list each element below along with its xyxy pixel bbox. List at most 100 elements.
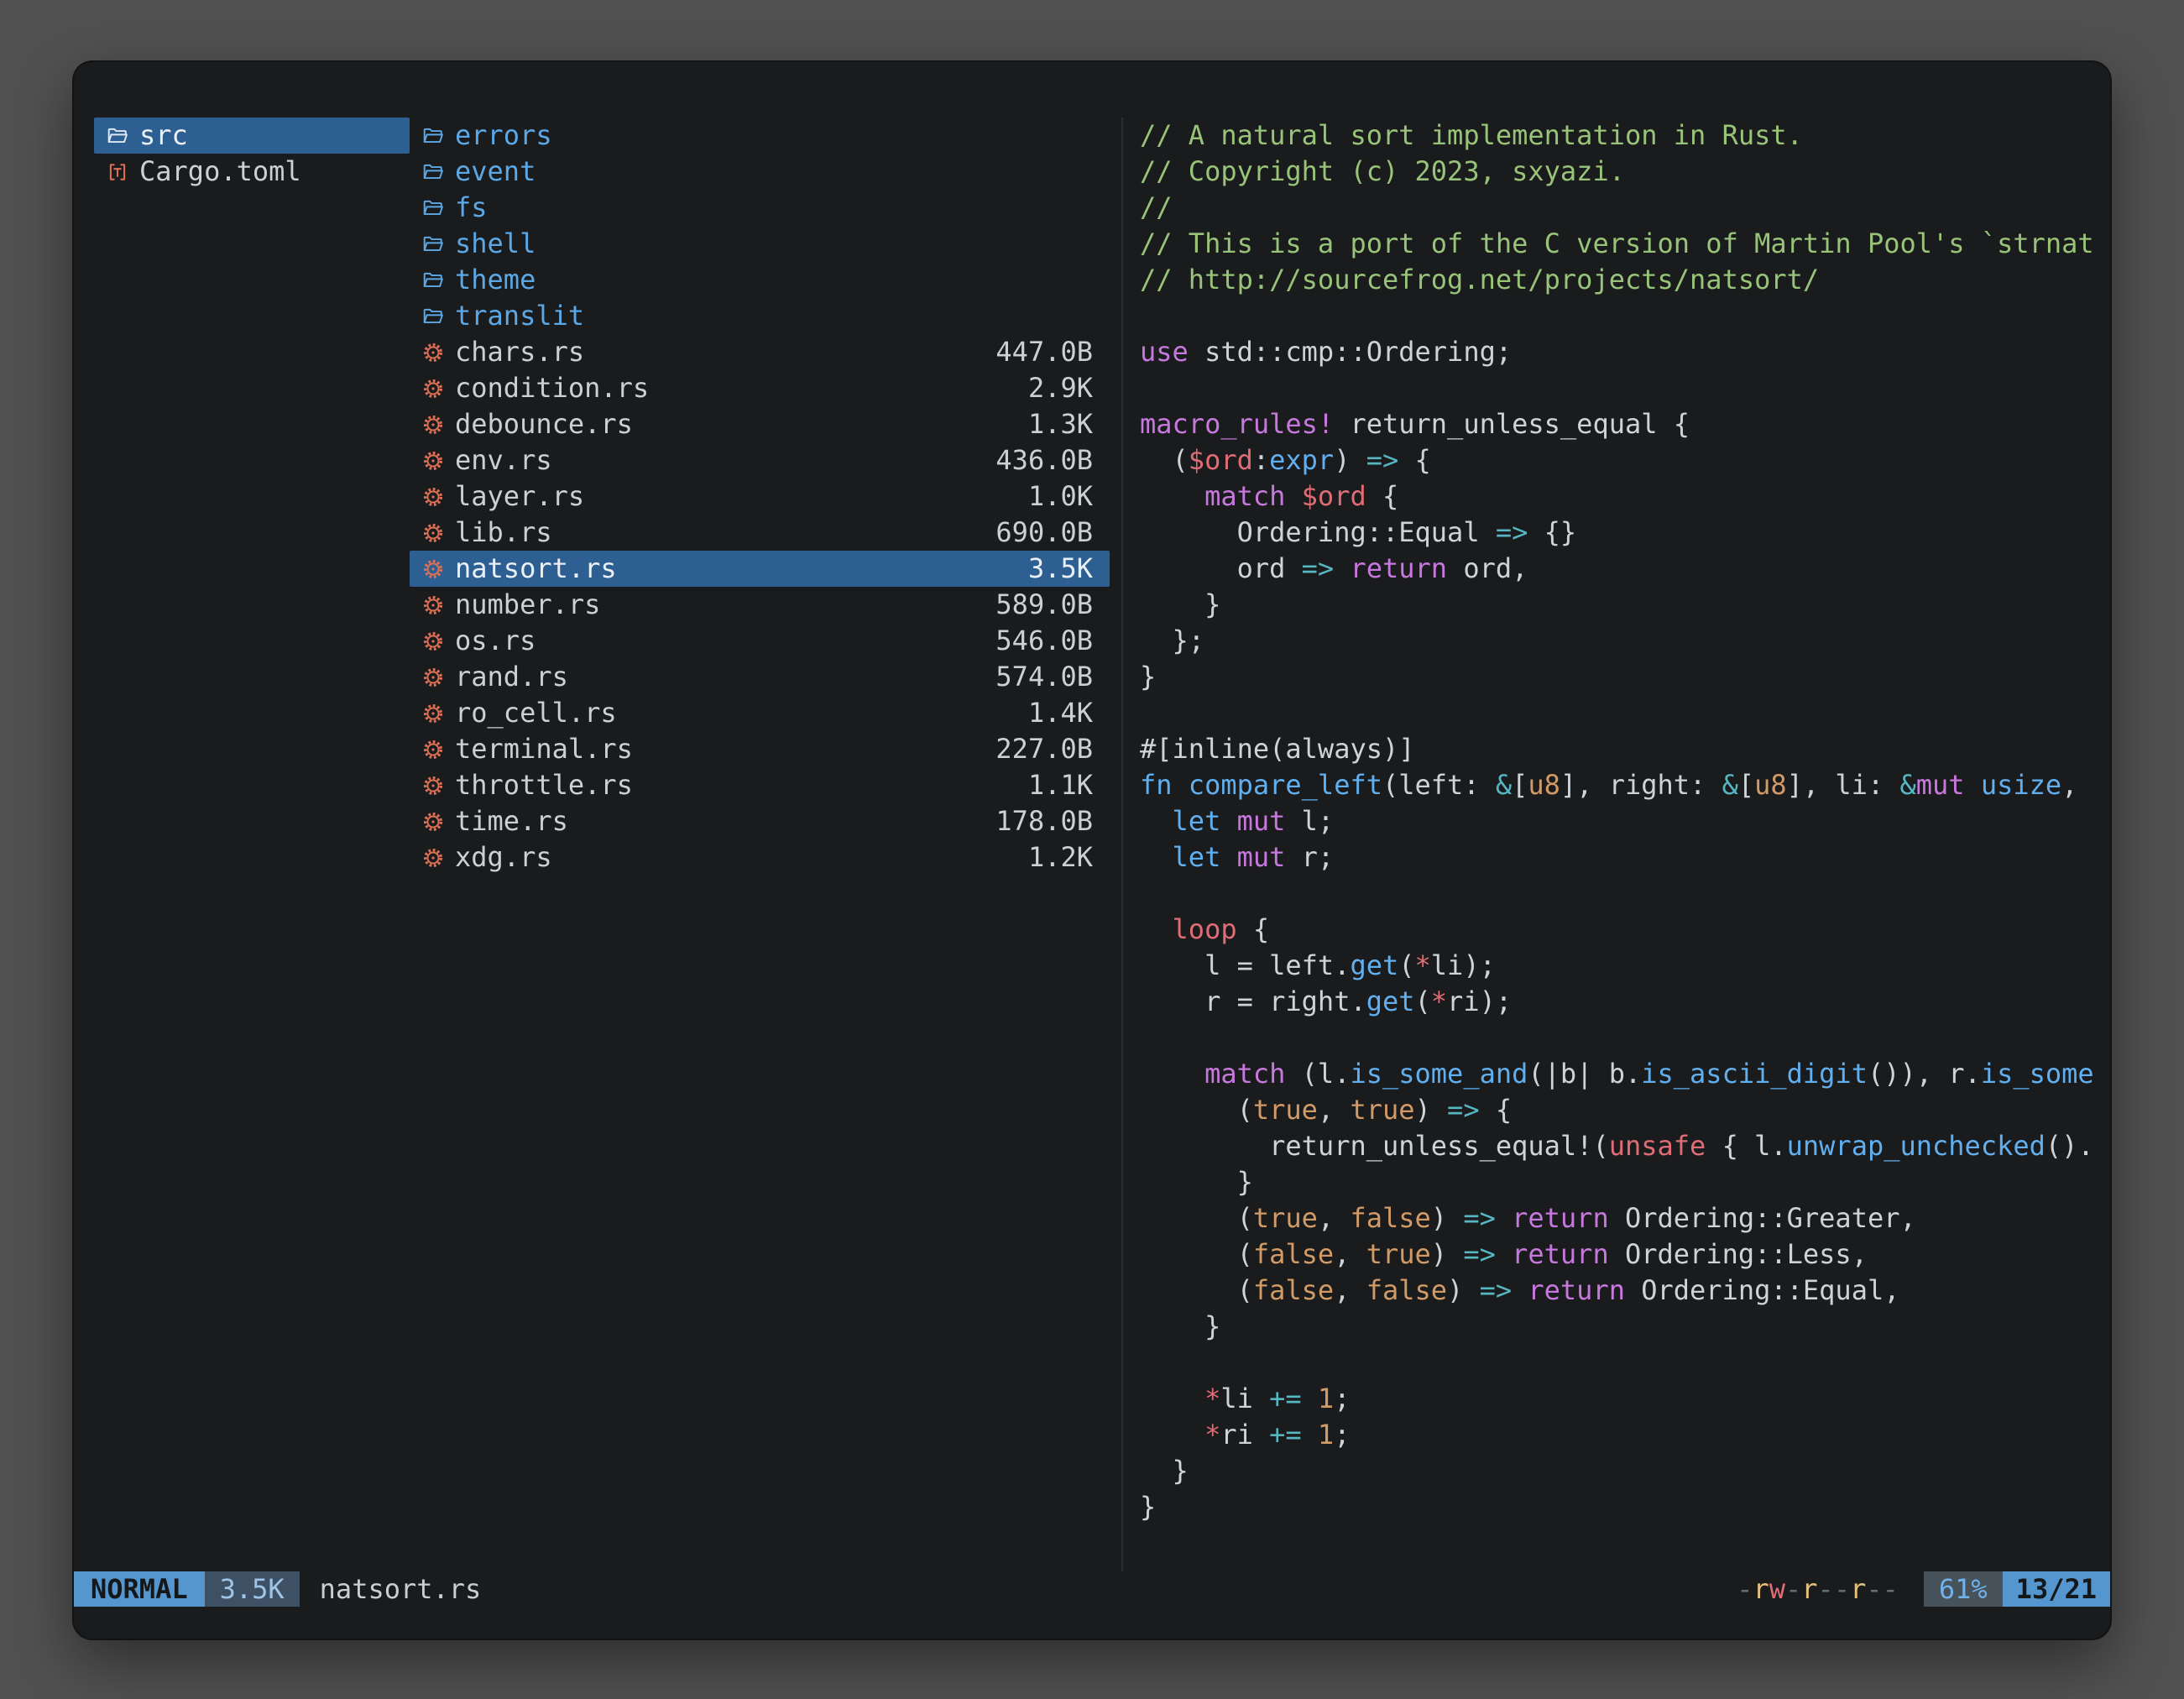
rust-icon: [421, 630, 444, 652]
rust-icon: [421, 666, 444, 688]
code-line: fn compare_left(left: &[u8], right: &[u8…: [1140, 767, 2097, 803]
dir-item-src[interactable]: src: [94, 118, 410, 154]
code-line: *ri += 1;: [1140, 1417, 2097, 1453]
rust-icon: [421, 593, 444, 616]
preview-pane: // A natural sort implementation in Rust…: [1121, 118, 2097, 1571]
item-size: 574.0B: [995, 659, 1093, 695]
item-label: os.rs: [455, 623, 536, 659]
item-label: lib.rs: [455, 515, 552, 551]
mode-indicator: NORMAL: [74, 1571, 205, 1607]
item-size: 589.0B: [995, 587, 1093, 623]
cursor-position-badge: 13/21: [2003, 1571, 2110, 1607]
file-item-lib.rs[interactable]: lib.rs 690.0B: [410, 515, 1110, 551]
item-size: 690.0B: [995, 515, 1093, 551]
code-line: }: [1140, 1453, 2097, 1489]
rust-icon: [421, 449, 444, 472]
file-item-debounce.rs[interactable]: debounce.rs1.3K: [410, 406, 1110, 442]
file-item-chars.rs[interactable]: chars.rs447.0B: [410, 334, 1110, 370]
dir-item-theme[interactable]: theme: [410, 262, 1110, 298]
dir-item-fs[interactable]: fs: [410, 190, 1110, 226]
code-line: }: [1140, 1489, 2097, 1525]
item-label: terminal.rs: [455, 731, 633, 767]
item-size: 178.0B: [995, 803, 1093, 839]
item-label: shell: [455, 226, 536, 262]
toml-icon: [106, 160, 128, 183]
file-size-badge: 3.5K: [205, 1571, 300, 1607]
status-bar: NORMAL 3.5K natsort.rs -rw-r--r-- 61% 13…: [74, 1571, 2110, 1607]
dir-item-errors[interactable]: errors: [410, 118, 1110, 154]
item-label: env.rs: [455, 442, 552, 478]
code-line: (true, true) => {: [1140, 1092, 2097, 1128]
status-filename: natsort.rs: [320, 1571, 482, 1607]
file-item-env.rs[interactable]: env.rs436.0B: [410, 442, 1110, 478]
item-size: 227.0B: [995, 731, 1093, 767]
code-line: }: [1140, 1164, 2097, 1200]
code-line: return_unless_equal!(unsafe { l.unwrap_u…: [1140, 1128, 2097, 1164]
code-line: // This is a port of the C version of Ma…: [1140, 226, 2097, 262]
code-line: r = right.get(*ri);: [1140, 984, 2097, 1020]
code-line: macro_rules! return_unless_equal {: [1140, 406, 2097, 442]
file-item-time.rs[interactable]: time.rs178.0B: [410, 803, 1110, 839]
file-item-natsort.rs[interactable]: natsort.rs3.5K: [410, 551, 1110, 587]
item-size: 3.5K: [1028, 551, 1093, 587]
code-line: [1140, 695, 2097, 731]
folder-icon: [421, 233, 444, 255]
code-line: }: [1140, 659, 2097, 695]
item-label: src: [139, 118, 188, 154]
code-line: *li += 1;: [1140, 1381, 2097, 1417]
folder-icon: [421, 124, 444, 147]
item-label: errors: [455, 118, 552, 154]
rust-icon: [421, 738, 444, 761]
code-line: // A natural sort implementation in Rust…: [1140, 118, 2097, 154]
file-item-number.rs[interactable]: number.rs589.0B: [410, 587, 1110, 623]
item-label: debounce.rs: [455, 406, 633, 442]
code-line: [1140, 298, 2097, 334]
file-manager-panes: srcCargo.toml errorseventfsshellthemetra…: [74, 62, 2110, 1571]
file-item-rand.rs[interactable]: rand.rs 574.0B: [410, 659, 1110, 695]
code-line: [1140, 370, 2097, 406]
code-line: }: [1140, 587, 2097, 623]
permissions-indicator: -rw-r--r--: [1737, 1571, 1899, 1607]
file-item-xdg.rs[interactable]: xdg.rs 1.2K: [410, 839, 1110, 876]
parent-pane: srcCargo.toml: [94, 118, 410, 1571]
item-label: Cargo.toml: [139, 154, 301, 190]
code-line: };: [1140, 623, 2097, 659]
rust-icon: [421, 846, 444, 869]
item-size: 1.1K: [1028, 767, 1093, 803]
code-line: }: [1140, 1309, 2097, 1345]
file-item-Cargo.toml[interactable]: Cargo.toml: [94, 154, 410, 190]
rust-icon: [421, 702, 444, 724]
item-label: rand.rs: [455, 659, 568, 695]
rust-icon: [421, 413, 444, 436]
item-size: 1.0K: [1028, 478, 1093, 515]
code-line: // Copyright (c) 2023, sxyazi.: [1140, 154, 2097, 190]
code-line: (false, false) => return Ordering::Equal…: [1140, 1273, 2097, 1309]
item-size: 1.4K: [1028, 695, 1093, 731]
file-item-terminal.rs[interactable]: terminal.rs 227.0B: [410, 731, 1110, 767]
dir-item-translit[interactable]: translit: [410, 298, 1110, 334]
code-line: match $ord {: [1140, 478, 2097, 515]
item-size: 1.2K: [1028, 839, 1093, 876]
rust-icon: [421, 810, 444, 833]
code-line: (false, true) => return Ordering::Less,: [1140, 1236, 2097, 1273]
item-label: xdg.rs: [455, 839, 552, 876]
file-item-throttle.rs[interactable]: throttle.rs1.1K: [410, 767, 1110, 803]
code-line: (true, false) => return Ordering::Greate…: [1140, 1200, 2097, 1236]
code-line: [1140, 876, 2097, 912]
status-spacer: [481, 1571, 1737, 1607]
file-item-layer.rs[interactable]: layer.rs1.0K: [410, 478, 1110, 515]
dir-item-shell[interactable]: shell: [410, 226, 1110, 262]
folder-open-icon: [106, 124, 128, 147]
item-size: 447.0B: [995, 334, 1093, 370]
code-line: ($ord:expr) => {: [1140, 442, 2097, 478]
code-line: [1140, 1345, 2097, 1381]
code-line: // http://sourcefrog.net/projects/natsor…: [1140, 262, 2097, 298]
item-size: 2.9K: [1028, 370, 1093, 406]
rust-icon: [421, 341, 444, 363]
file-item-os.rs[interactable]: os.rs546.0B: [410, 623, 1110, 659]
code-line: match (l.is_some_and(|b| b.is_ascii_digi…: [1140, 1056, 2097, 1092]
file-item-condition.rs[interactable]: condition.rs2.9K: [410, 370, 1110, 406]
file-item-ro_cell.rs[interactable]: ro_cell.rs1.4K: [410, 695, 1110, 731]
dir-item-event[interactable]: event: [410, 154, 1110, 190]
code-line: [1140, 1020, 2097, 1056]
